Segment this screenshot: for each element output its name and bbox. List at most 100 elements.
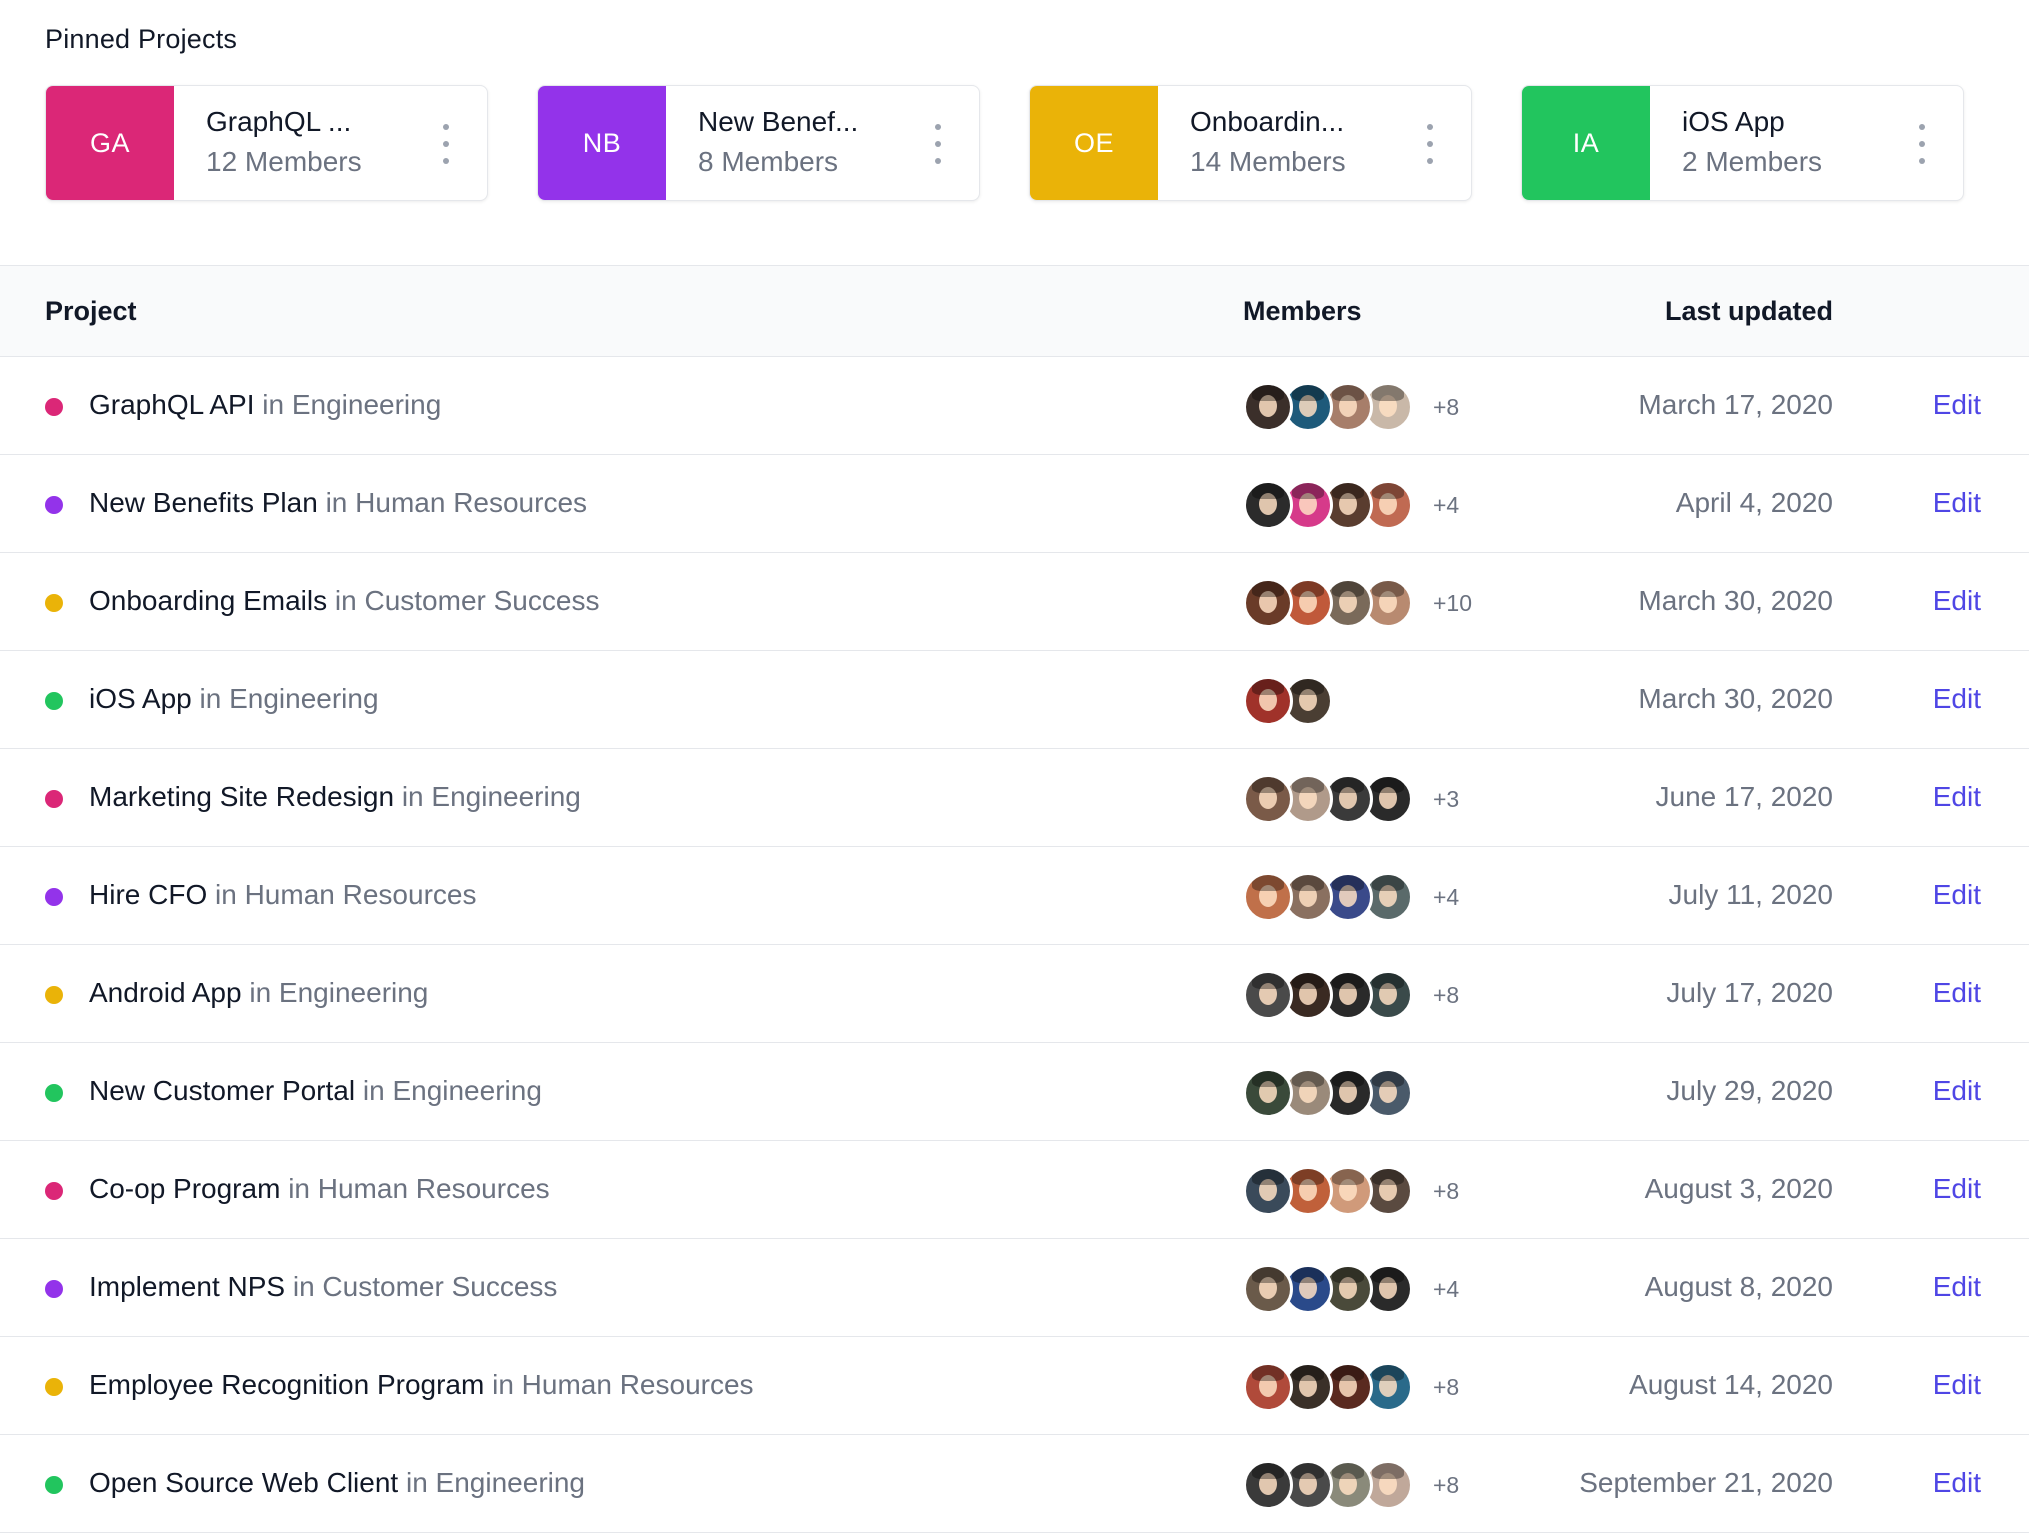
pinned-card-ios-app[interactable]: IA iOS App 2 Members	[1521, 85, 1964, 201]
project-cell: Marketing Site Redesign in Engineering	[89, 781, 581, 813]
column-header-project: Project	[45, 296, 137, 326]
extra-members-count: +8	[1433, 1373, 1460, 1400]
project-cell: Android App in Engineering	[89, 977, 428, 1009]
table-row: Hire CFO in Human Resources +4 July 11, 20…	[0, 847, 2029, 945]
table-row: New Benefits Plan in Human Resources +4 Ap…	[0, 455, 2029, 553]
edit-link[interactable]: Edit	[1933, 1075, 1981, 1107]
member-avatars: +3	[1243, 774, 1459, 824]
avatar[interactable]	[1243, 578, 1293, 628]
member-avatars: +8	[1243, 1166, 1459, 1216]
project-cell: New Customer Portal in Engineering	[89, 1075, 542, 1107]
project-team: in Engineering	[262, 389, 442, 420]
status-dot	[45, 594, 63, 612]
column-header-members: Members	[1243, 296, 1362, 326]
avatar[interactable]	[1243, 774, 1293, 824]
pinned-card-title[interactable]: Onboardin...	[1190, 106, 1344, 138]
pinned-card-members: 14 Members	[1190, 146, 1346, 177]
table-body: GraphQL API in Engineering +8 March 17, 20…	[0, 357, 2029, 1533]
project-name-link[interactable]: GraphQL API	[89, 389, 255, 420]
project-cell: Open Source Web Client in Engineering	[89, 1467, 585, 1499]
extra-members-count: +8	[1433, 1471, 1460, 1498]
project-team: in Customer Success	[334, 585, 600, 616]
project-name-link[interactable]: Marketing Site Redesign	[89, 781, 394, 812]
last-updated-date: August 8, 2020	[1644, 1271, 1833, 1302]
table-header: Project Members Last updated	[0, 265, 2029, 357]
avatar[interactable]	[1243, 480, 1293, 530]
avatar[interactable]	[1243, 1166, 1293, 1216]
table-row: Implement NPS in Customer Success +4 Augus…	[0, 1239, 2029, 1337]
pinned-card-onboarding[interactable]: OE Onboardin... 14 Members	[1029, 85, 1472, 201]
edit-link[interactable]: Edit	[1933, 977, 1981, 1009]
avatar[interactable]	[1243, 1264, 1293, 1314]
avatar[interactable]	[1243, 1068, 1293, 1118]
more-vertical-icon[interactable]	[439, 124, 453, 164]
project-name-link[interactable]: New Customer Portal	[89, 1075, 355, 1106]
project-name-link[interactable]: Hire CFO	[89, 879, 207, 910]
project-name-link[interactable]: Implement NPS	[89, 1271, 285, 1302]
project-name-link[interactable]: New Benefits Plan	[89, 487, 318, 518]
status-dot	[45, 692, 63, 710]
status-dot	[45, 1476, 63, 1494]
last-updated-date: April 4, 2020	[1675, 487, 1833, 518]
pinned-card-members: 12 Members	[206, 146, 362, 177]
table-row: Open Source Web Client in Engineering +8 S…	[0, 1435, 2029, 1533]
pinned-card-title[interactable]: New Benef...	[698, 106, 858, 138]
project-name-link[interactable]: Employee Recognition Program	[89, 1369, 484, 1400]
avatar[interactable]	[1243, 382, 1293, 432]
pinned-card-graphql[interactable]: GA GraphQL ... 12 Members	[45, 85, 488, 201]
edit-link[interactable]: Edit	[1933, 781, 1981, 813]
project-cell: Employee Recognition Program in Human Re…	[89, 1369, 754, 1401]
status-dot	[45, 986, 63, 1004]
project-name-link[interactable]: Onboarding Emails	[89, 585, 327, 616]
status-dot	[45, 1084, 63, 1102]
more-vertical-icon[interactable]	[1915, 124, 1929, 164]
project-cell: Onboarding Emails in Customer Success	[89, 585, 599, 617]
edit-link[interactable]: Edit	[1933, 1173, 1981, 1205]
table-row: New Customer Portal in Engineering July 2…	[0, 1043, 2029, 1141]
edit-link[interactable]: Edit	[1933, 487, 1981, 519]
edit-link[interactable]: Edit	[1933, 585, 1981, 617]
avatar[interactable]	[1243, 872, 1293, 922]
status-dot	[45, 398, 63, 416]
pinned-card-title[interactable]: iOS App	[1682, 106, 1785, 138]
project-initials-badge: IA	[1522, 86, 1650, 200]
last-updated-date: August 3, 2020	[1644, 1173, 1833, 1204]
project-cell: GraphQL API in Engineering	[89, 389, 441, 421]
more-vertical-icon[interactable]	[931, 124, 945, 164]
edit-link[interactable]: Edit	[1933, 1369, 1981, 1401]
projects-table: Project Members Last updated GraphQL API…	[0, 265, 2029, 1533]
last-updated-date: September 21, 2020	[1579, 1467, 1833, 1498]
last-updated-date: March 30, 2020	[1638, 585, 1833, 616]
pinned-card-members: 8 Members	[698, 146, 839, 177]
extra-members-count: +10	[1433, 589, 1473, 616]
project-initials-badge: NB	[538, 86, 666, 200]
project-cell: Co-op Program in Human Resources	[89, 1173, 550, 1205]
column-header-last-updated: Last updated	[1664, 296, 1833, 326]
last-updated-date: July 11, 2020	[1668, 879, 1834, 910]
project-team: in Engineering	[249, 977, 429, 1008]
member-avatars: +8	[1243, 1460, 1459, 1510]
edit-link[interactable]: Edit	[1933, 1271, 1981, 1303]
project-name-link[interactable]: iOS App	[89, 683, 192, 714]
pinned-card-title[interactable]: GraphQL ...	[206, 106, 351, 138]
more-vertical-icon[interactable]	[1423, 124, 1437, 164]
edit-link[interactable]: Edit	[1933, 683, 1981, 715]
avatar[interactable]	[1243, 676, 1293, 726]
avatar[interactable]	[1243, 1362, 1293, 1412]
edit-link[interactable]: Edit	[1933, 1467, 1981, 1499]
edit-link[interactable]: Edit	[1933, 389, 1981, 421]
project-name-link[interactable]: Co-op Program	[89, 1173, 280, 1204]
project-name-link[interactable]: Android App	[89, 977, 242, 1008]
avatar[interactable]	[1243, 1460, 1293, 1510]
avatar[interactable]	[1243, 970, 1293, 1020]
member-avatars	[1243, 1068, 1413, 1118]
edit-link[interactable]: Edit	[1933, 879, 1981, 911]
last-updated-date: June 17, 2020	[1655, 781, 1834, 812]
last-updated-date: July 17, 2020	[1666, 977, 1833, 1008]
last-updated-date: July 29, 2020	[1666, 1075, 1833, 1106]
project-team: in Human Resources	[288, 1173, 550, 1204]
project-name-link[interactable]: Open Source Web Client	[89, 1467, 398, 1498]
status-dot	[45, 1378, 63, 1396]
pinned-card-members: 2 Members	[1682, 146, 1823, 177]
pinned-card-new-benefits[interactable]: NB New Benef... 8 Members	[537, 85, 980, 201]
